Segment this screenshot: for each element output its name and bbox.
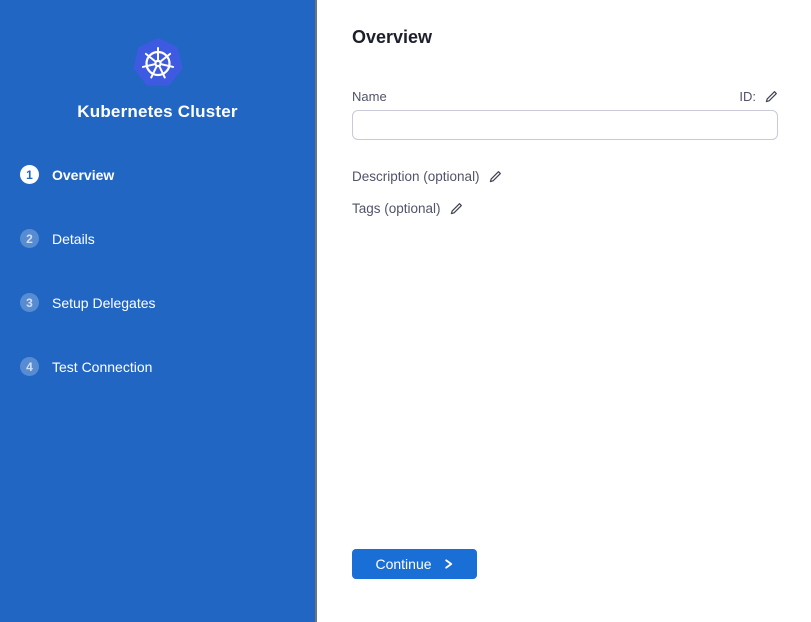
wizard-sidebar: Kubernetes Cluster 1 Overview 2 Details … bbox=[0, 0, 317, 622]
continue-button[interactable]: Continue bbox=[352, 549, 477, 579]
tags-field: Tags (optional) bbox=[352, 201, 463, 216]
step-number-badge: 1 bbox=[20, 165, 39, 184]
step-setup-delegates[interactable]: 3 Setup Delegates bbox=[20, 293, 156, 312]
step-label: Overview bbox=[52, 167, 114, 183]
name-label: Name bbox=[352, 89, 387, 104]
wizard-steps: 1 Overview 2 Details 3 Setup Delegates 4… bbox=[20, 165, 156, 421]
tags-label: Tags (optional) bbox=[352, 201, 441, 216]
connector-logo bbox=[0, 36, 315, 90]
step-label: Setup Delegates bbox=[52, 295, 156, 311]
edit-id-button[interactable] bbox=[765, 90, 778, 103]
name-input[interactable] bbox=[352, 110, 778, 140]
page-title: Overview bbox=[352, 27, 432, 48]
step-overview[interactable]: 1 Overview bbox=[20, 165, 156, 184]
name-field-header: Name ID: bbox=[352, 89, 778, 104]
id-label: ID: bbox=[739, 89, 756, 104]
edit-description-button[interactable] bbox=[489, 170, 502, 183]
description-field: Description (optional) bbox=[352, 169, 502, 184]
edit-tags-button[interactable] bbox=[450, 202, 463, 215]
step-number-badge: 4 bbox=[20, 357, 39, 376]
chevron-right-icon bbox=[443, 558, 454, 570]
description-label: Description (optional) bbox=[352, 169, 480, 184]
connector-title: Kubernetes Cluster bbox=[0, 102, 315, 122]
step-details[interactable]: 2 Details bbox=[20, 229, 156, 248]
pencil-icon bbox=[765, 90, 778, 103]
continue-label: Continue bbox=[375, 556, 431, 572]
pencil-icon bbox=[450, 202, 463, 215]
kubernetes-helm-icon bbox=[133, 36, 183, 90]
pencil-icon bbox=[489, 170, 502, 183]
step-label: Test Connection bbox=[52, 359, 152, 375]
step-label: Details bbox=[52, 231, 95, 247]
id-group: ID: bbox=[739, 89, 778, 104]
step-number-badge: 2 bbox=[20, 229, 39, 248]
overview-panel: Overview Name ID: Description (optional)… bbox=[352, 0, 778, 622]
step-number-badge: 3 bbox=[20, 293, 39, 312]
step-test-connection[interactable]: 4 Test Connection bbox=[20, 357, 156, 376]
